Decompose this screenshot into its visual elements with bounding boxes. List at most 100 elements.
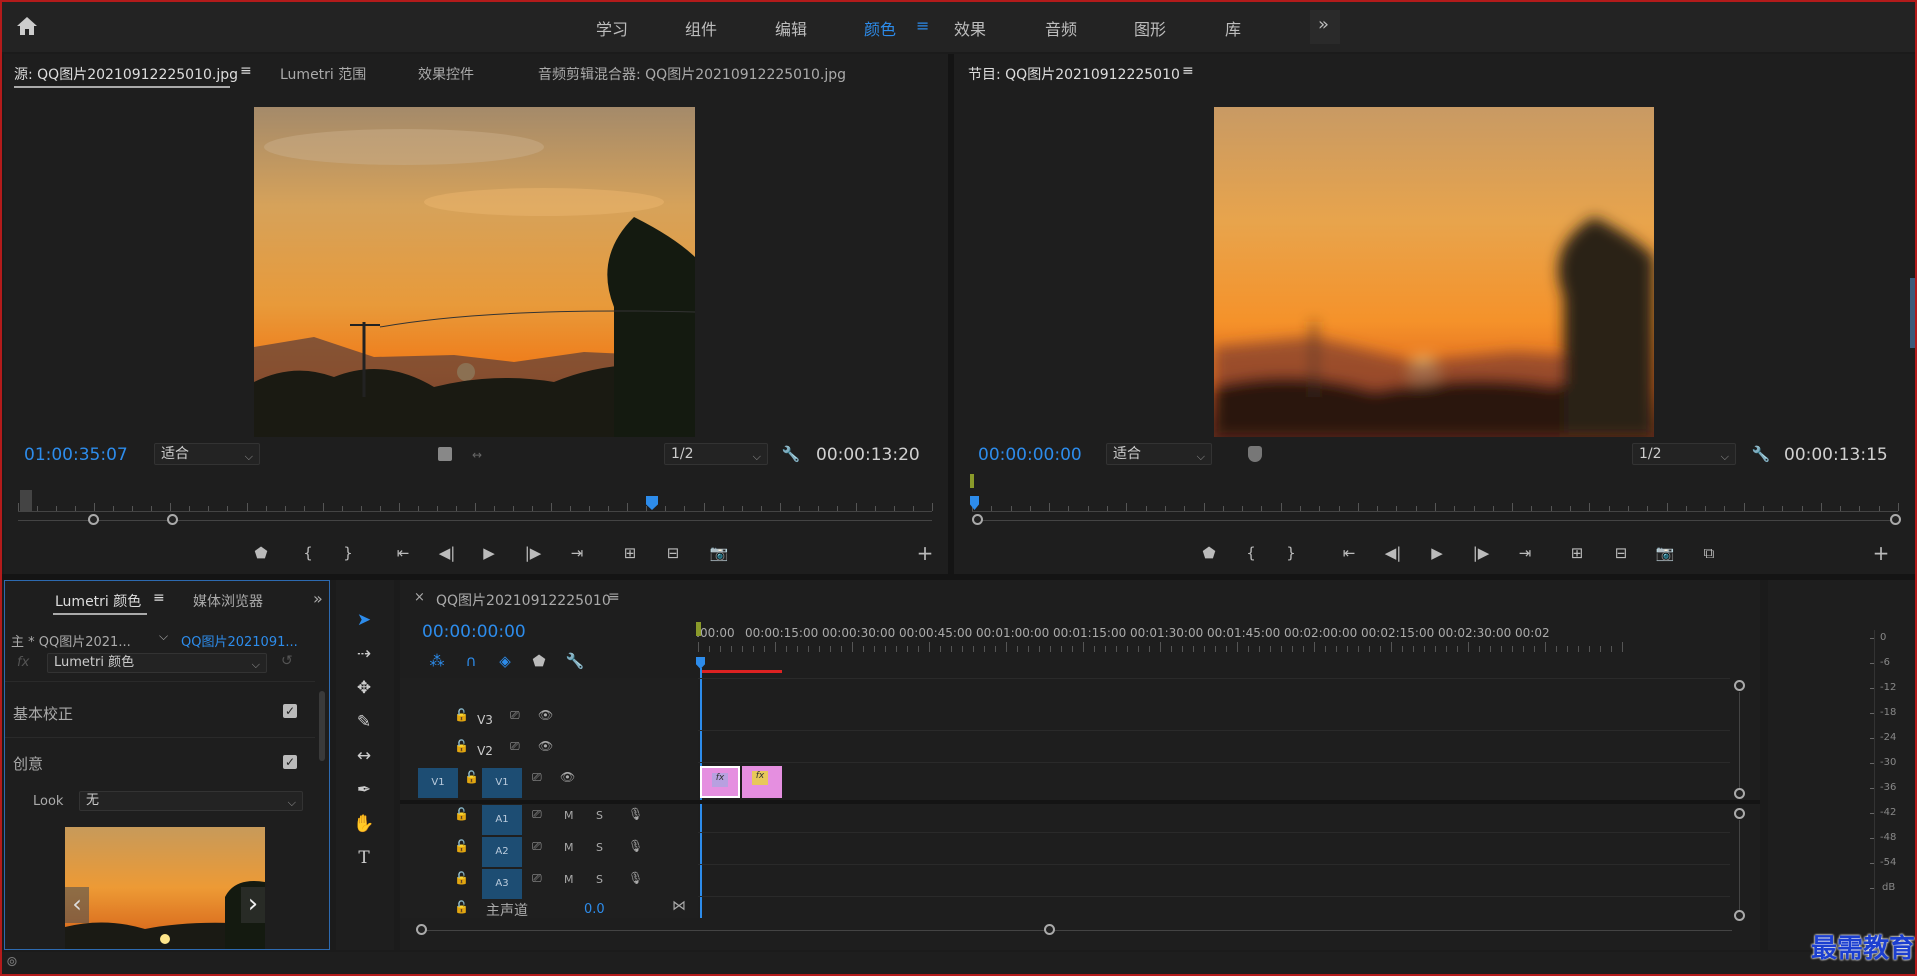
tab-lumetri-scopes[interactable]: Lumetri 范围 xyxy=(280,64,366,84)
mute-button[interactable]: M xyxy=(564,841,574,854)
workspace-color[interactable]: 颜色 xyxy=(864,16,896,40)
overwrite-icon[interactable]: ⊟ xyxy=(662,542,684,564)
nest-toggle-icon[interactable]: ⁂ xyxy=(426,650,448,672)
tab-audio-clip-mixer[interactable]: 音频剪辑混合器: QQ图片20210912225010.jpg xyxy=(538,64,846,84)
eye-icon[interactable]: 👁 xyxy=(538,739,553,753)
tab-media-browser[interactable]: 媒体浏览器 xyxy=(193,591,263,611)
ripple-edit-tool-icon[interactable]: ✥ xyxy=(352,676,376,700)
look-next-button[interactable]: › xyxy=(241,887,265,923)
hand-tool-icon[interactable]: ✋ xyxy=(352,812,376,836)
timeline-clip[interactable]: fx xyxy=(742,766,782,798)
effect-select[interactable]: Lumetri 颜色 ⌵ xyxy=(47,653,267,673)
mark-out-icon[interactable]: } xyxy=(337,542,359,564)
pen-tool-icon[interactable]: ✒ xyxy=(352,778,376,802)
export-frame-icon[interactable]: 📷 xyxy=(708,542,730,564)
look-select[interactable]: 无 ⌵ xyxy=(79,791,303,811)
tab-menu-icon[interactable]: ≡ xyxy=(1182,63,1194,79)
video-scroll-bottom-handle[interactable] xyxy=(1734,788,1745,799)
source-resolution-select[interactable]: 1/2 ⌵ xyxy=(664,443,768,465)
master-clip-label[interactable]: 主 * QQ图片2021... xyxy=(11,631,131,650)
program-title[interactable]: 节目: QQ图片20210912225010 xyxy=(968,64,1180,84)
workspace-libraries[interactable]: 库 xyxy=(1225,16,1241,40)
timeline-horizontal-scrollbar[interactable] xyxy=(422,930,1732,931)
creative-checkbox[interactable]: ✓ xyxy=(283,755,297,769)
razor-tool-icon[interactable]: ✎ xyxy=(352,710,376,734)
lock-icon[interactable]: 🔓 xyxy=(454,739,469,753)
program-fit-select[interactable]: 适合 ⌵ xyxy=(1106,443,1212,465)
look-prev-button[interactable]: ‹ xyxy=(65,887,89,923)
workspace-menu-icon[interactable]: ≡ xyxy=(916,16,929,35)
lock-icon[interactable]: 🔓 xyxy=(454,871,469,885)
lumetri-scrollbar[interactable] xyxy=(319,691,325,761)
microphone-icon[interactable]: 🎙 xyxy=(628,871,643,885)
program-resolution-select[interactable]: 1/2 ⌵ xyxy=(1632,443,1736,465)
timeline-zoom-handle-left[interactable] xyxy=(416,924,427,935)
audio-scroll-top-handle[interactable] xyxy=(1734,808,1745,819)
microphone-icon[interactable]: 🎙 xyxy=(628,807,643,821)
track-select-tool-icon[interactable]: ⇢ xyxy=(352,642,376,666)
wrench-icon[interactable]: 🔧 xyxy=(780,443,802,465)
go-to-out-icon[interactable]: ⇥ xyxy=(566,542,588,564)
play-icon[interactable]: ▶ xyxy=(478,542,500,564)
source-time-ruler[interactable] xyxy=(18,494,933,512)
mute-button[interactable]: M xyxy=(564,873,574,886)
sequence-tab[interactable]: QQ图片20210912225010 xyxy=(436,590,611,610)
panel-more-icon[interactable]: » xyxy=(313,589,323,608)
close-sequence-icon[interactable]: × xyxy=(414,590,425,605)
sync-lock-icon[interactable]: ⎚ xyxy=(510,739,520,754)
tab-menu-icon[interactable]: ≡ xyxy=(153,590,165,606)
lock-icon[interactable]: 🔓 xyxy=(454,900,469,914)
basic-correction-checkbox[interactable]: ✓ xyxy=(283,704,297,718)
tab-lumetri-color[interactable]: Lumetri 颜色 xyxy=(55,591,141,611)
solo-button[interactable]: S xyxy=(596,873,603,886)
home-icon[interactable] xyxy=(16,16,38,36)
source-zoom-handle-right[interactable] xyxy=(167,514,178,525)
go-to-in-icon[interactable]: ⇤ xyxy=(392,542,414,564)
track-label-v1[interactable]: V1 xyxy=(482,768,522,798)
audio-scroll-bottom-handle[interactable] xyxy=(1734,910,1745,921)
source-fit-select[interactable]: 适合 ⌵ xyxy=(154,443,260,465)
snap-icon[interactable]: ∩ xyxy=(460,650,482,672)
timeline-timecode[interactable]: 00:00:00:00 xyxy=(422,622,526,642)
sequence-clip-label[interactable]: QQ图片2021091... xyxy=(181,631,298,650)
sync-lock-icon[interactable]: ⎚ xyxy=(532,839,542,854)
workspace-more-icon[interactable]: » xyxy=(1318,14,1329,35)
workspace-learn[interactable]: 学习 xyxy=(596,16,628,40)
timeline-ruler[interactable]: :00:00 00:00:15:00 00:00:30:00 00:00:45:00 0… xyxy=(696,622,1748,652)
reset-icon[interactable]: ↺ xyxy=(281,653,293,669)
sync-lock-icon[interactable]: ⎚ xyxy=(510,708,520,723)
master-bowtie-icon[interactable]: ⋈ xyxy=(672,898,686,914)
mark-in-icon[interactable]: { xyxy=(297,542,319,564)
workspace-graphics[interactable]: 图形 xyxy=(1134,16,1166,40)
video-scroll-top-handle[interactable] xyxy=(1734,680,1745,691)
insert-icon[interactable]: ⊞ xyxy=(619,542,641,564)
master-volume-value[interactable]: 0.0 xyxy=(584,902,605,917)
drag-audio-icon[interactable]: ↔ xyxy=(466,444,488,466)
export-frame-icon[interactable]: 📷 xyxy=(1654,542,1676,564)
workspace-effects[interactable]: 效果 xyxy=(954,16,986,40)
linked-selection-icon[interactable]: ◈ xyxy=(494,650,516,672)
eye-icon[interactable]: 👁 xyxy=(538,708,553,722)
step-back-icon[interactable]: ◀| xyxy=(436,542,458,564)
program-zoom-handle-left[interactable] xyxy=(972,514,983,525)
solo-button[interactable]: S xyxy=(596,809,603,822)
source-patch-v1[interactable]: V1 xyxy=(418,768,458,798)
lock-icon[interactable]: 🔓 xyxy=(464,770,479,784)
source-timecode[interactable]: 01:00:35:07 xyxy=(24,445,128,465)
source-zoom-scrollbar[interactable] xyxy=(18,520,932,521)
chevron-down-icon[interactable]: ⌵ xyxy=(159,629,168,644)
mark-in-icon[interactable]: { xyxy=(1240,542,1262,564)
track-label-v3[interactable]: V3 xyxy=(474,710,496,730)
eye-icon[interactable]: 👁 xyxy=(560,770,575,784)
selection-tool-icon[interactable]: ➤ xyxy=(352,608,376,632)
track-label-v2[interactable]: V2 xyxy=(474,741,496,761)
track-label-a2[interactable]: A2 xyxy=(482,837,522,867)
sync-lock-icon[interactable]: ⎚ xyxy=(532,807,542,822)
timeline-zoom-handle-right[interactable] xyxy=(1044,924,1055,935)
workspace-assembly[interactable]: 组件 xyxy=(685,16,717,40)
tab-menu-icon[interactable]: ≡ xyxy=(240,63,252,79)
wrench-icon[interactable]: 🔧 xyxy=(1750,443,1772,465)
microphone-icon[interactable]: 🎙 xyxy=(628,839,643,853)
compare-view-icon[interactable]: ⧉ xyxy=(1698,542,1720,564)
sync-lock-icon[interactable]: ⎚ xyxy=(532,770,542,785)
